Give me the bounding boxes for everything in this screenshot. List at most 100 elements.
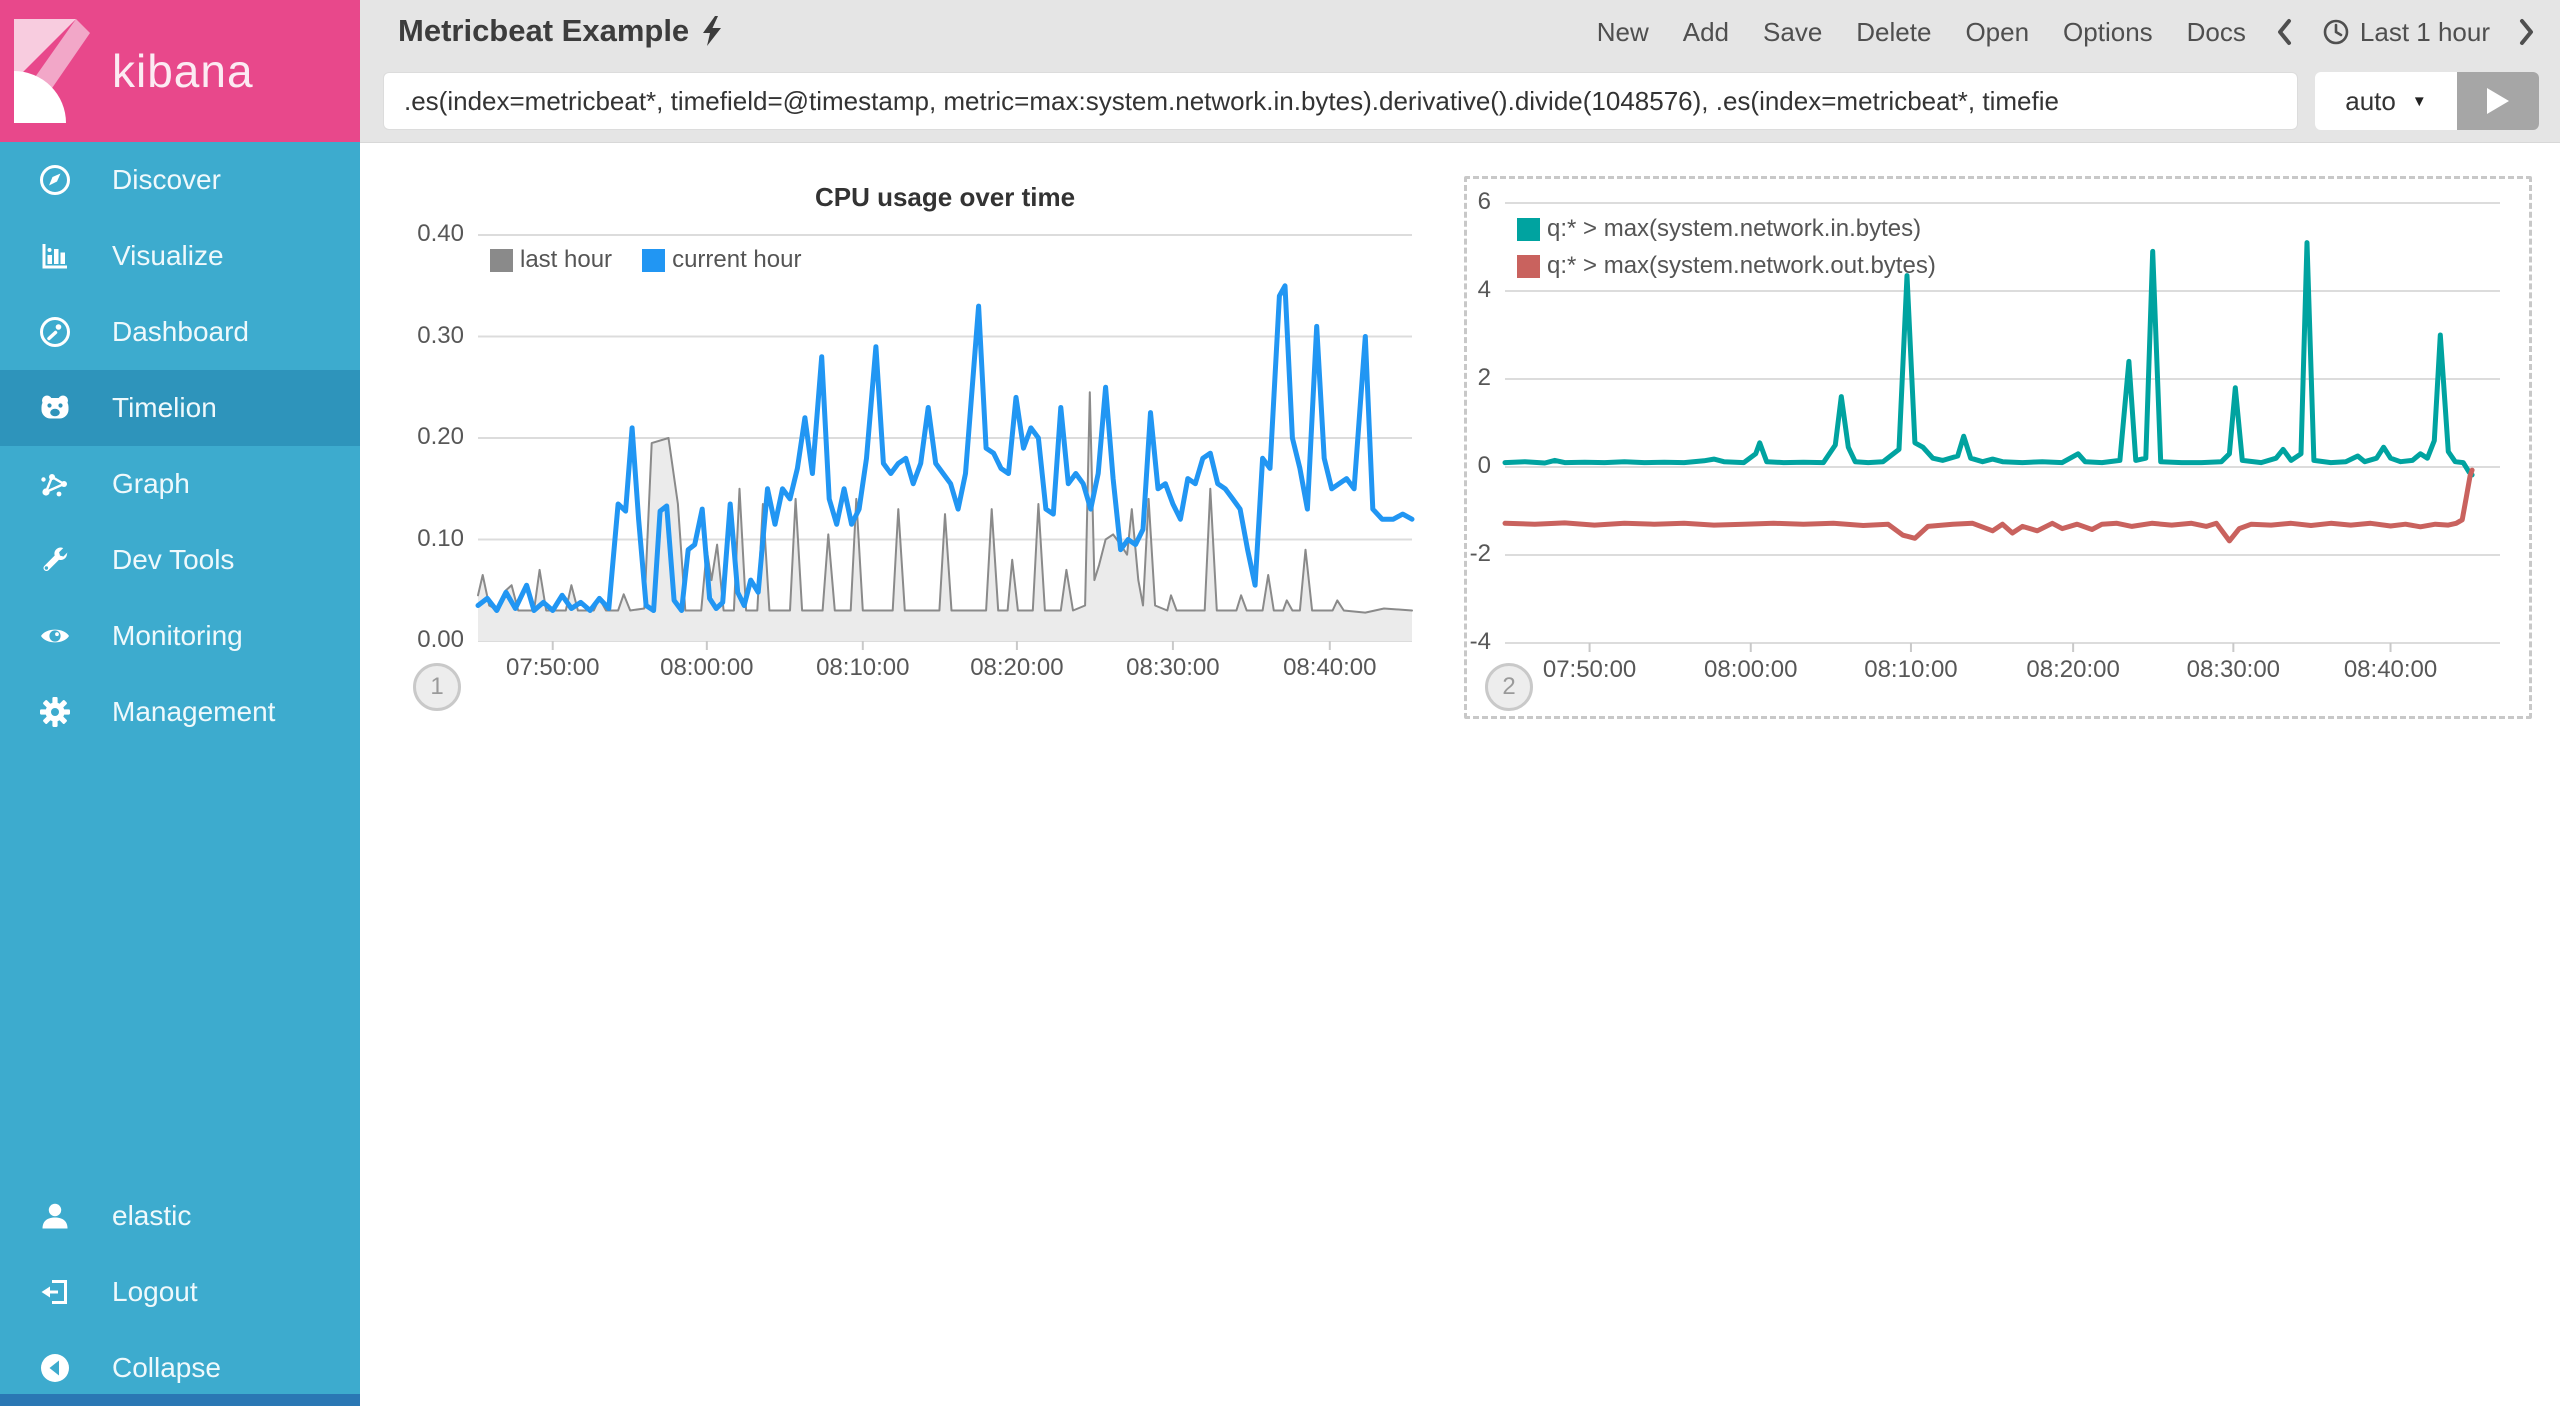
sidebar-item-label: Dev Tools xyxy=(112,544,235,575)
menu-item-save[interactable]: Save xyxy=(1746,17,1839,48)
graph-network-icon xyxy=(38,467,72,501)
time-range-label: Last 1 hour xyxy=(2359,16,2490,47)
sidebar: kibana Discover Visualize Dashboard Time… xyxy=(0,0,360,1406)
y-tick-label: 0.40 xyxy=(417,220,464,247)
sidebar-item-management[interactable]: Management xyxy=(0,674,360,750)
sidebar-item-graph[interactable]: Graph xyxy=(0,446,360,522)
x-tick-label: 07:50:00 xyxy=(506,654,600,681)
wrench-icon xyxy=(38,543,72,577)
run-query-button[interactable] xyxy=(2457,72,2539,130)
y-tick-label: 2 xyxy=(1477,364,1491,391)
sidebar-footer: elastic Logout Collapse xyxy=(0,1178,360,1406)
bar-chart-icon xyxy=(38,239,72,273)
x-tick-label: 08:40:00 xyxy=(1283,654,1377,681)
time-back-button[interactable] xyxy=(2263,17,2306,47)
legend-item: last hour xyxy=(490,246,612,274)
sidebar-item-label: Visualize xyxy=(112,240,224,271)
y-tick-label: -4 xyxy=(1469,628,1491,655)
eye-icon xyxy=(38,619,72,653)
y-tick-label: 0.20 xyxy=(417,423,464,450)
x-tick-label: 08:30:00 xyxy=(1126,654,1220,681)
kibana-logo-text: kibana xyxy=(112,45,254,97)
legend-swatch xyxy=(490,248,513,272)
sidebar-item-monitoring[interactable]: Monitoring xyxy=(0,598,360,674)
y-tick-label: 0.30 xyxy=(417,321,464,349)
collapse-circle-icon xyxy=(38,1351,72,1385)
x-tick-label: 07:50:00 xyxy=(1542,656,1637,683)
play-icon xyxy=(2487,88,2509,114)
sidebar-item-dev-tools[interactable]: Dev Tools xyxy=(0,522,360,598)
menu-item-docs[interactable]: Docs xyxy=(2170,17,2263,48)
legend-swatch xyxy=(1517,217,1540,241)
x-tick-label: 08:40:00 xyxy=(2343,656,2438,683)
chart-title: CPU usage over time xyxy=(814,182,1076,212)
x-tick-label: 08:30:00 xyxy=(2186,656,2281,683)
x-tick-label: 08:20:00 xyxy=(970,654,1064,681)
sidebar-item-label: Timelion xyxy=(112,392,217,423)
chevron-left-icon xyxy=(2277,19,2291,45)
sidebar-item-dashboard[interactable]: Dashboard xyxy=(0,294,360,370)
user-icon xyxy=(38,1199,72,1233)
sidebar-item-label: Management xyxy=(112,696,276,727)
chevron-right-icon xyxy=(2520,19,2533,45)
x-tick-label: 08:00:00 xyxy=(1704,656,1798,683)
menu-item-new[interactable]: New xyxy=(1580,17,1666,48)
chart-panel-1[interactable]: CPU usage over time last hour current hou… xyxy=(408,176,1464,713)
legend-label: last hour xyxy=(520,246,613,273)
x-tick-label: 08:10:00 xyxy=(1864,656,1958,683)
page-title: Metricbeat Example xyxy=(398,13,690,48)
interval-select[interactable]: auto ▼ xyxy=(2315,72,2457,130)
sidebar-bottom-strip xyxy=(0,1394,360,1406)
legend-label: current hour xyxy=(672,246,802,273)
sidebar-item-discover[interactable]: Discover xyxy=(0,142,360,218)
sidebar-item-visualize[interactable]: Visualize xyxy=(0,218,360,294)
y-tick-label: 6 xyxy=(1477,188,1491,215)
x-tick-label: 08:00:00 xyxy=(660,654,754,681)
sheet-title: Metricbeat Example xyxy=(398,13,722,49)
menu-item-options[interactable]: Options xyxy=(2046,17,2170,48)
interval-value: auto xyxy=(2345,85,2396,116)
legend-swatch xyxy=(1517,254,1540,278)
legend-label: q:* > max(system.network.out.bytes) xyxy=(1547,252,1936,279)
topbar: Metricbeat Example New Add Save Delete O… xyxy=(360,0,2560,143)
sidebar-item-timelion[interactable]: Timelion xyxy=(0,370,360,446)
kibana-logo[interactable]: kibana xyxy=(0,0,360,142)
chart-number-badge: 1 xyxy=(413,663,461,711)
y-tick-label: -2 xyxy=(1469,540,1491,567)
y-tick-label: 4 xyxy=(1477,276,1491,303)
sidebar-item-label: Collapse xyxy=(112,1352,221,1383)
legend-item: q:* > max(system.network.out.bytes) xyxy=(1517,252,1936,280)
sidebar-item-label: Graph xyxy=(112,468,190,499)
menu-item-open[interactable]: Open xyxy=(1948,17,2046,48)
topbar-menu: New Add Save Delete Open Options Docs La… xyxy=(1580,0,2548,64)
chevron-down-icon: ▼ xyxy=(2411,92,2427,110)
logout-icon xyxy=(38,1275,72,1309)
y-tick-label: 0.10 xyxy=(417,524,464,552)
y-tick-label: 0 xyxy=(1477,452,1491,479)
legend-item: q:* > max(system.network.in.bytes) xyxy=(1517,215,1936,243)
menu-item-delete[interactable]: Delete xyxy=(1839,17,1948,48)
x-tick-label: 08:20:00 xyxy=(2026,656,2120,683)
time-picker[interactable]: Last 1 hour xyxy=(2306,17,2505,48)
kibana-logo-icon xyxy=(14,19,90,123)
main-content: CPU usage over time last hour current hou… xyxy=(360,143,2560,1406)
sidebar-item-user-elastic[interactable]: elastic xyxy=(0,1178,360,1254)
chart-panel-2-selected[interactable]: q:* > max(system.network.in.bytes) q:* > … xyxy=(1464,176,2532,719)
plot-area xyxy=(475,234,1415,650)
y-tick-label: 0.00 xyxy=(417,626,464,653)
time-forward-button[interactable] xyxy=(2505,17,2548,47)
x-tick-label: 08:10:00 xyxy=(816,654,910,681)
sidebar-item-label: Monitoring xyxy=(112,620,243,651)
chart-legend: last hour current hour xyxy=(490,246,801,274)
sidebar-item-label: elastic xyxy=(112,1200,192,1231)
menu-item-add[interactable]: Add xyxy=(1666,17,1746,48)
sidebar-item-label: Discover xyxy=(112,164,221,195)
chart-legend: q:* > max(system.network.in.bytes) q:* > … xyxy=(1517,215,1936,280)
lightning-bolt-icon xyxy=(703,16,722,46)
legend-swatch xyxy=(642,248,666,272)
gear-icon xyxy=(38,695,72,729)
timelion-query-input[interactable] xyxy=(383,72,2298,130)
compass-icon xyxy=(38,163,72,197)
sidebar-item-label: Logout xyxy=(112,1276,198,1307)
sidebar-item-logout[interactable]: Logout xyxy=(0,1254,360,1330)
